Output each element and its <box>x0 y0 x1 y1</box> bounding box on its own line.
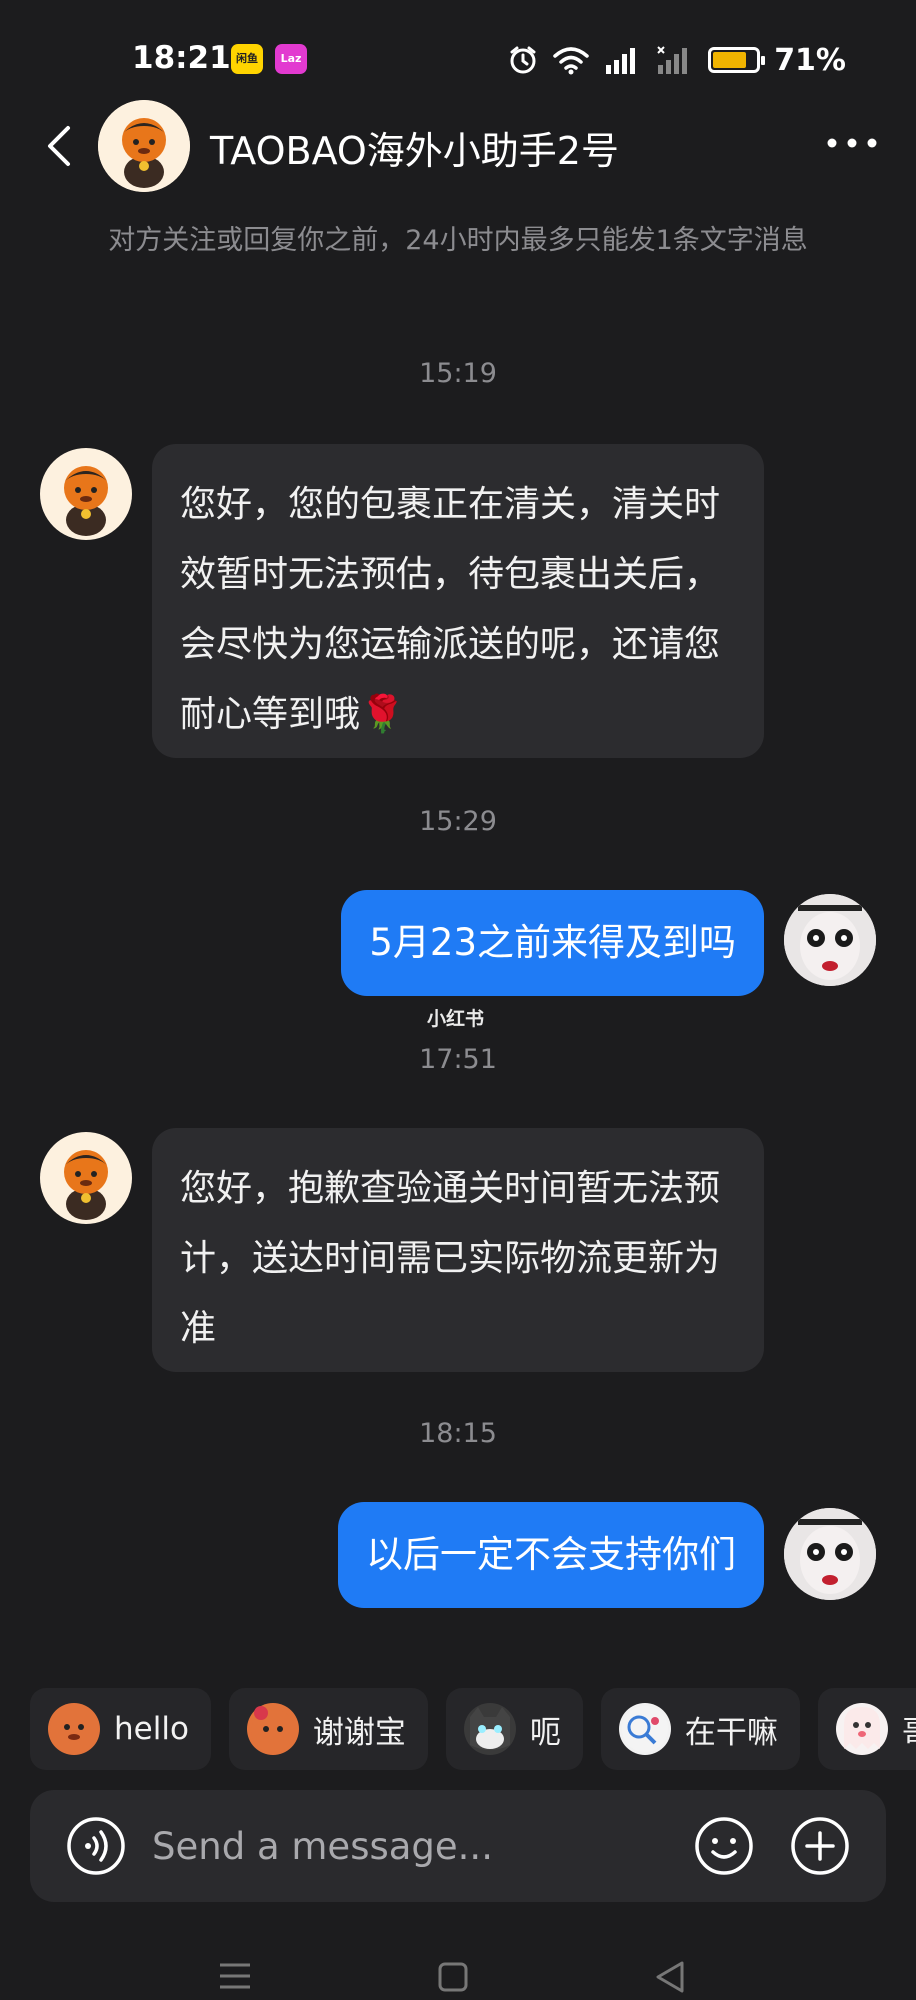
incoming-message-bubble[interactable]: 您好，抱歉查验通关时间暂无法预计，送达时间需已实际物流更新为准 <box>152 1128 764 1372</box>
recent-apps-icon[interactable] <box>218 1960 252 1992</box>
chat-title: TAOBAO海外小助手2号 <box>210 129 619 173</box>
outgoing-message-bubble[interactable]: 5月23之前来得及到吗 <box>341 890 764 996</box>
message-timestamp: 18:15 <box>419 1418 497 1449</box>
chat-header: TAOBAO海外小助手2号 <box>0 96 916 196</box>
wifi-icon <box>553 47 589 75</box>
message-timestamp: 15:29 <box>419 806 497 837</box>
emoji-picker-icon[interactable] <box>694 1816 754 1876</box>
quick-reply-brother[interactable]: 哥 <box>817 1688 916 1770</box>
message-input-bar <box>30 1790 886 1902</box>
quick-reply-label: 呃 <box>529 1714 561 1751</box>
user-avatar[interactable] <box>784 1508 876 1600</box>
more-options-icon[interactable] <box>822 128 882 158</box>
xianyu-app-icon: 闲鱼 <box>231 44 263 74</box>
outgoing-message-bubble[interactable]: 以后一定不会支持你们 <box>338 1502 764 1608</box>
home-icon[interactable] <box>438 1962 468 1992</box>
monkey-flower-emoji-icon <box>246 1703 299 1755</box>
signal-icon <box>606 48 636 74</box>
system-navigation-bar <box>0 1940 916 2000</box>
back-nav-icon[interactable] <box>654 1960 686 1994</box>
contact-avatar[interactable] <box>40 448 132 540</box>
quick-reply-uh[interactable]: 呃 <box>445 1688 583 1770</box>
monkey-emoji-icon <box>48 1703 100 1755</box>
quick-reply-label: 谢谢宝 <box>312 1714 406 1751</box>
messaging-limit-notice: 对方关注或回复你之前，24小时内最多只能发1条文字消息 <box>108 225 808 256</box>
message-timestamp: 15:19 <box>419 358 497 389</box>
status-time: 18:21 <box>132 40 231 76</box>
user-avatar[interactable] <box>784 894 876 986</box>
cat-emoji-icon <box>463 1703 516 1755</box>
quick-reply-thanks[interactable]: 谢谢宝 <box>228 1688 428 1770</box>
contact-avatar[interactable] <box>40 1132 132 1224</box>
contact-avatar[interactable] <box>98 100 190 192</box>
quick-reply-label: 哥 <box>902 1707 916 1752</box>
alarm-icon <box>510 46 536 74</box>
battery-percent: 71% <box>774 42 846 78</box>
message-timestamp: 17:51 <box>419 1044 497 1075</box>
back-arrow-icon[interactable] <box>40 124 80 168</box>
quick-reply-what-doing[interactable]: 在干嘛 <box>600 1688 800 1770</box>
incoming-message-bubble[interactable]: 您好，您的包裹正在清关，清关时效暂时无法预估，待包裹出关后，会尽快为您运输派送的… <box>152 444 764 758</box>
add-attachment-icon[interactable] <box>790 1816 850 1876</box>
xiaohongshu-watermark: 小红书 <box>427 1008 485 1030</box>
ghost-emoji-icon <box>835 1703 888 1755</box>
quick-reply-label: hello <box>114 1711 189 1747</box>
voice-input-icon[interactable] <box>66 1816 126 1876</box>
quick-reply-label: 在干嘛 <box>684 1714 778 1751</box>
signal-2-icon <box>657 46 688 74</box>
battery-icon <box>708 47 766 73</box>
message-input[interactable] <box>152 1812 672 1880</box>
lazada-app-icon: Laz <box>275 44 307 74</box>
quick-reply-row: hello 谢谢宝 呃 在干嘛 哥 <box>30 1688 916 1770</box>
quick-reply-hello[interactable]: hello <box>30 1688 211 1770</box>
bird-search-emoji-icon <box>618 1703 671 1755</box>
